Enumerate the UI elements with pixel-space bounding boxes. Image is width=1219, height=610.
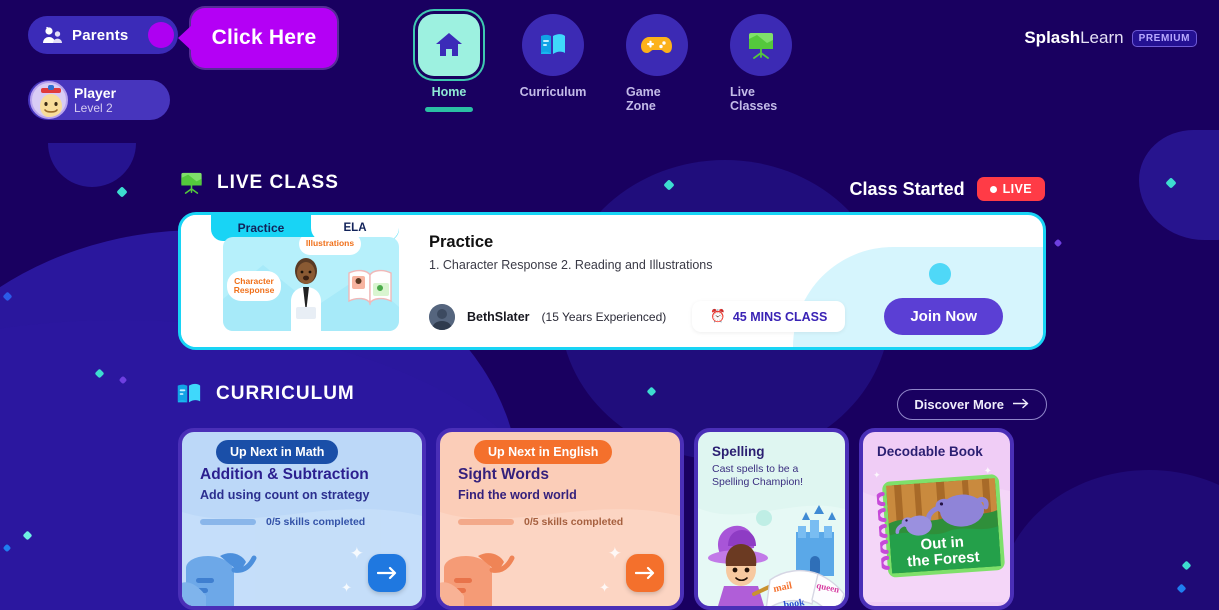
nav-item-game-zone[interactable]: Game Zone [626, 14, 688, 113]
nav-label-game-zone: Game Zone [626, 85, 661, 113]
progress-bar [458, 519, 514, 525]
status-badge: LIVE [976, 177, 1045, 201]
card-illustration [182, 553, 257, 606]
live-class-footer: BethSlater (15 Years Experienced) ⏰ 45 M… [429, 298, 1025, 335]
click-here-label: Click Here [211, 26, 317, 49]
sparkle-icon: ✦ [341, 580, 352, 595]
class-duration-label: 45 MINS CLASS [732, 309, 828, 324]
curriculum-section-header: CURRICULUM [174, 381, 355, 407]
card-title: Spelling [712, 444, 765, 459]
sparkle-icon: ✦ [349, 544, 364, 563]
progress-label: 0/5 skills completed [524, 516, 624, 528]
cloud-character-response: Character Response [227, 271, 281, 301]
live-class-title: LIVE CLASS [217, 172, 339, 193]
teacher-name: BethSlater [467, 309, 530, 324]
easel-icon [178, 170, 205, 196]
card-illustration: mail book town queen follow [708, 505, 845, 606]
card-subtitle: Cast spells to be a Spelling Champion! [712, 463, 804, 488]
top-bar: Parents Click Here Player Level 2 Home C… [0, 0, 1219, 130]
background-blob-bottom-right [999, 470, 1219, 610]
discover-more-label: Discover More [914, 397, 1004, 412]
class-status-text: Class Started [849, 178, 965, 199]
star-decoration [1053, 238, 1063, 248]
live-dot-icon [989, 185, 997, 193]
live-class-card[interactable]: Practice ELA Character Response Illustra… [178, 212, 1046, 350]
nav-item-home[interactable]: Home [418, 14, 480, 113]
sparkle-icon: ✦ [599, 580, 610, 595]
parents-label: Parents [72, 26, 129, 44]
parents-button[interactable]: Parents [28, 16, 178, 54]
card-title: Sight Words [458, 466, 549, 483]
lesson-preview-image: Character Response Illustrations [223, 237, 399, 331]
student-photo [283, 255, 329, 331]
card-arrow-button[interactable] [626, 554, 664, 592]
curriculum-card-english[interactable]: Up Next in English Sight Words Find the … [436, 428, 684, 610]
card-progress: 0/5 skills completed [458, 516, 623, 528]
live-class-thumbnail: Practice ELA Character Response Illustra… [181, 215, 399, 347]
teacher-experience: (15 Years Experienced) [541, 309, 667, 324]
nav-item-curriculum[interactable]: Curriculum [519, 14, 587, 113]
progress-label: 0/5 skills completed [266, 516, 366, 528]
background-blob-top [48, 143, 136, 187]
splashlearn-home-page: Parents Click Here Player Level 2 Home C… [0, 0, 1219, 610]
cloud-illustrations: Illustrations [299, 237, 361, 255]
discover-more-button[interactable]: Discover More [897, 389, 1047, 420]
cloud-text: Character Response [233, 275, 275, 295]
nav-label-home: Home [431, 85, 467, 99]
player-name: Player [74, 84, 117, 101]
live-class-section-header: LIVE CLASS [178, 170, 339, 196]
card-subtitle: Find the word world [458, 488, 577, 502]
nav-active-indicator [425, 107, 473, 112]
player-level: Level 2 [74, 100, 113, 115]
thumbnail-tab-practice: Practice [237, 221, 285, 235]
card-title: Decodable Book [877, 444, 983, 459]
class-status: Class Started LIVE [850, 177, 1045, 201]
card-illustration [440, 553, 515, 606]
alarm-clock-icon: ⏰ [710, 309, 726, 323]
brand-logo: SplashLearn PREMIUM [1024, 28, 1197, 48]
card-title: Addition & Subtraction [200, 466, 369, 483]
curriculum-card-math[interactable]: Up Next in Math Addition & Subtraction A… [178, 428, 426, 610]
click-here-callout[interactable]: Click Here [191, 8, 337, 68]
curriculum-title: CURRICULUM [216, 383, 355, 404]
card-subtitle: Add using count on strategy [200, 488, 370, 502]
brand-name-light: Learn [1080, 28, 1124, 47]
card-decoration-dot [929, 263, 951, 285]
sparkle-icon: ✦ [607, 544, 622, 563]
avatar [429, 303, 455, 330]
premium-badge: PREMIUM [1131, 29, 1197, 47]
main-navigation: Home Curriculum Game Zone Live Classes [418, 14, 792, 113]
decodable-book-cover: Out in the Forest [874, 472, 1008, 580]
curriculum-card-spelling[interactable]: Spelling Cast spells to be a Spelling Ch… [694, 428, 849, 610]
gamepad-icon [626, 14, 688, 76]
cloud-text: Illustrations [305, 238, 355, 249]
easel-icon [730, 14, 792, 76]
arrow-right-icon [1012, 397, 1030, 412]
live-class-details: Practice 1. Character Response 2. Readin… [399, 215, 1043, 347]
parents-icon [42, 26, 64, 44]
book-icon [522, 14, 584, 76]
star-decoration [116, 186, 128, 198]
brand-name-bold: Splash [1024, 28, 1081, 47]
curriculum-cards: Up Next in Math Addition & Subtraction A… [178, 428, 1014, 610]
background-blob-right [1139, 130, 1219, 240]
book-icon [174, 381, 204, 407]
card-pill-label: Up Next in Math [216, 440, 339, 464]
card-progress: 0/5 skills completed [200, 516, 365, 528]
player-profile-button[interactable]: Player Level 2 [28, 80, 170, 120]
parents-notification-dot [148, 22, 174, 48]
card-pill-label: Up Next in English [474, 440, 613, 464]
card-arrow-button[interactable] [368, 554, 406, 592]
join-now-button[interactable]: Join Now [884, 298, 1003, 335]
nav-item-live-classes[interactable]: Live Classes [730, 14, 792, 113]
nav-label-live-classes: Live Classes [730, 85, 778, 113]
progress-bar [200, 519, 256, 525]
avatar [30, 81, 68, 119]
home-icon [418, 14, 480, 76]
nav-label-curriculum: Curriculum [519, 85, 587, 99]
class-duration-chip: ⏰ 45 MINS CLASS [692, 301, 846, 332]
live-badge-label: LIVE [1002, 182, 1032, 196]
curriculum-card-decodable-book[interactable]: Decodable Book Out in the Forest ✦ ✦ [859, 428, 1014, 610]
